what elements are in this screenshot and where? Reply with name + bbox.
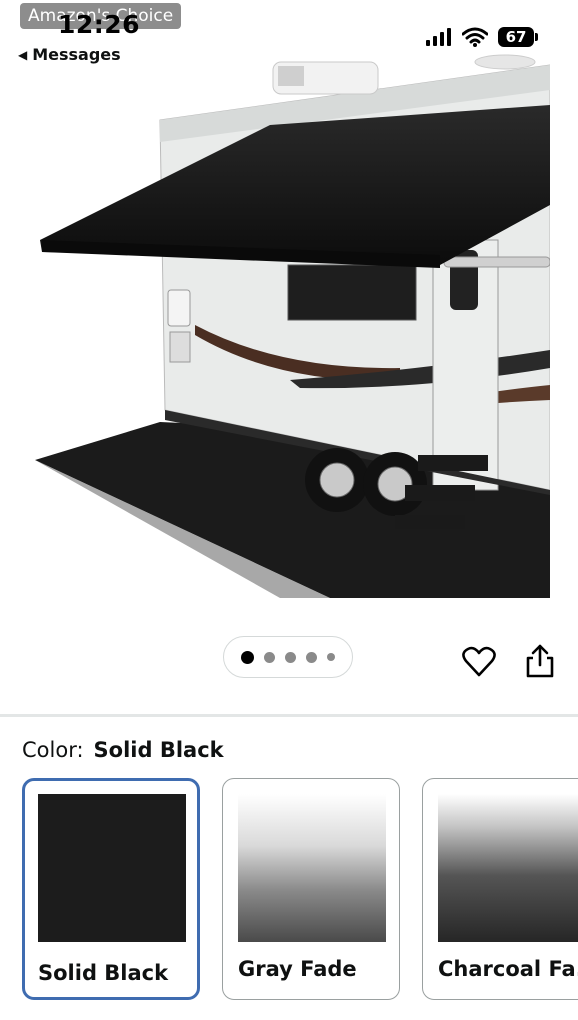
back-arrow-icon: ◀: [18, 47, 28, 62]
back-to-messages-link[interactable]: ◀ Messages: [18, 45, 121, 64]
selected-color-value: Solid Black: [93, 738, 224, 762]
carousel-dot[interactable]: [241, 650, 254, 664]
rv-awning-image[interactable]: [0, 50, 550, 598]
swatch-solid-black[interactable]: Solid Black: [22, 778, 200, 1000]
swatch-image: [38, 794, 186, 942]
swatch-name: Gray Fade: [238, 957, 357, 981]
wifi-icon: [462, 27, 488, 47]
carousel-dot[interactable]: [264, 651, 275, 663]
carousel-dot[interactable]: [285, 651, 296, 663]
back-label: Messages: [32, 45, 121, 64]
swatch-image: [438, 794, 578, 942]
carousel-dot[interactable]: [306, 651, 317, 663]
section-divider: [0, 714, 578, 717]
swatch-image: [238, 794, 386, 942]
carousel-dot[interactable]: [327, 653, 335, 661]
battery-cap: [535, 33, 538, 41]
swatch-charcoal-fade[interactable]: Charcoal Fa...: [422, 778, 578, 1000]
status-time: 12:26: [58, 10, 141, 39]
heart-icon[interactable]: [462, 645, 496, 679]
color-label-text: Color:: [22, 738, 84, 762]
battery-icon: 67: [498, 27, 534, 47]
swatch-gray-fade[interactable]: Gray Fade: [222, 778, 400, 1000]
signal-icon: [426, 28, 451, 46]
status-icons: 67: [426, 27, 538, 47]
swatch-name: Solid Black: [38, 961, 169, 985]
share-icon[interactable]: [524, 643, 556, 679]
swatch-name: Charcoal Fa...: [438, 957, 578, 981]
color-label: Color: Solid Black: [22, 738, 224, 762]
image-carousel-indicator[interactable]: [223, 636, 353, 678]
